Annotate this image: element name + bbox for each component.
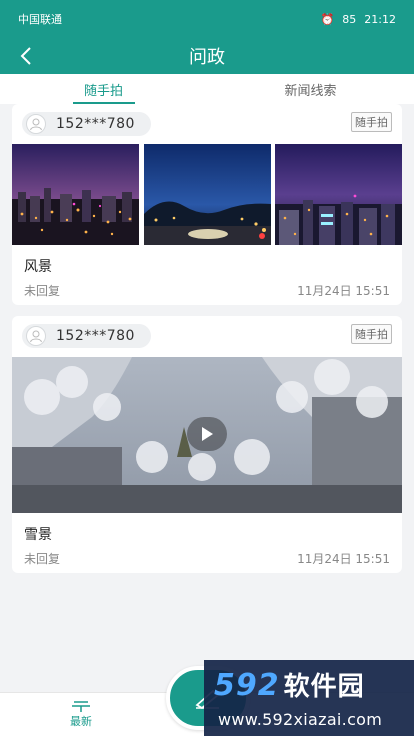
battery-level: 85	[342, 12, 357, 26]
post-card[interactable]: 152***780 随手拍 雪景 未回复 11月24日 15:51	[12, 316, 402, 573]
photo-thumbnail[interactable]	[143, 144, 271, 245]
photo-thumbnail[interactable]	[12, 144, 139, 245]
photo-grid	[12, 144, 402, 245]
user-icon	[30, 330, 42, 343]
post-caption: 雪景	[24, 527, 52, 543]
post-caption: 风景	[24, 259, 52, 275]
watermark-url: www.592xiazai.com	[218, 710, 383, 729]
reply-status: 未回复	[24, 284, 61, 298]
post-time: 11月24日 15:51	[297, 284, 390, 298]
post-card[interactable]: 152***780 随手拍 风景 未回复 11月24日 15:51	[12, 104, 402, 305]
clock-time: 21:12	[364, 12, 396, 26]
play-icon	[202, 427, 213, 441]
category-tag: 随手拍	[351, 324, 392, 344]
nav-item-latest[interactable]: 最新	[56, 699, 106, 729]
tab-suishoupai[interactable]: 随手拍	[0, 74, 207, 104]
photo-thumbnail[interactable]	[275, 144, 402, 245]
user-phone: 152***780	[56, 116, 135, 132]
tab-news-clues[interactable]: 新闻线索	[207, 74, 414, 104]
alarm-icon: ⏰	[320, 12, 335, 26]
chevron-left-icon	[20, 47, 31, 65]
video-thumbnail[interactable]	[12, 357, 402, 513]
user-chip: 152***780	[22, 324, 151, 348]
avatar	[26, 326, 46, 346]
user-chip: 152***780	[22, 112, 151, 136]
category-tag: 随手拍	[351, 112, 392, 132]
tab-bar: 随手拍 新闻线索	[0, 74, 414, 104]
post-time: 11月24日 15:51	[297, 552, 390, 566]
avatar	[26, 114, 46, 134]
post-meta: 未回复 11月24日 15:51	[24, 282, 390, 299]
user-icon	[30, 118, 42, 131]
back-button[interactable]	[14, 42, 38, 70]
post-meta: 未回复 11月24日 15:51	[24, 550, 390, 567]
nav-item-label: 最新	[70, 715, 92, 728]
page-title: 问政	[189, 47, 225, 68]
list-icon	[72, 701, 90, 712]
watermark-logo: 592 软件园	[214, 668, 365, 703]
play-button[interactable]	[187, 417, 227, 451]
watermark: 592 软件园 www.592xiazai.com	[204, 660, 414, 736]
user-phone: 152***780	[56, 328, 135, 344]
carrier-label: 中国联通	[18, 13, 62, 26]
reply-status: 未回复	[24, 552, 61, 566]
nav-bar: 问政	[0, 38, 414, 74]
status-bar: 中国联通 ⏰ 85 21:12	[0, 0, 414, 38]
